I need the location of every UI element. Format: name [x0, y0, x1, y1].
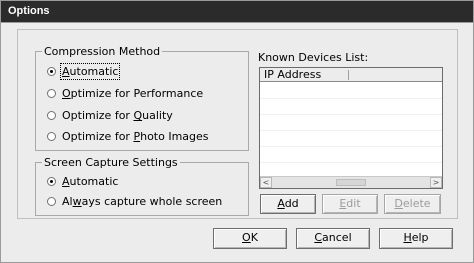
- radio-label-photo-images: Optimize for Photo Images: [62, 130, 209, 143]
- radio-automatic-capture[interactable]: Automatic: [47, 175, 118, 188]
- column-separator[interactable]: [348, 70, 349, 80]
- column-header-label: IP Address: [264, 68, 322, 81]
- delete-device-button[interactable]: Delete: [384, 194, 441, 214]
- radio-label-automatic: Automatic: [59, 63, 121, 80]
- column-header-ip-address[interactable]: IP Address: [260, 68, 442, 82]
- radio-optimize-performance[interactable]: Optimize for Performance: [47, 87, 203, 100]
- window-title: Options: [8, 5, 50, 17]
- scroll-thumb[interactable]: [336, 179, 366, 186]
- radio-indicator[interactable]: [47, 177, 56, 186]
- add-device-button[interactable]: Add: [260, 194, 316, 214]
- radio-label-whole-screen: Always capture whole screen: [62, 195, 223, 208]
- ok-button[interactable]: OK: [213, 228, 287, 249]
- edit-device-button[interactable]: Edit: [322, 194, 378, 214]
- horizontal-scrollbar[interactable]: < >: [260, 176, 442, 188]
- list-row-line: [260, 146, 442, 147]
- cancel-button[interactable]: Cancel: [296, 228, 370, 249]
- radio-label-automatic-capture: Automatic: [62, 175, 119, 188]
- scroll-left-button[interactable]: <: [260, 177, 272, 188]
- radio-label-performance: Optimize for Performance: [62, 87, 204, 100]
- help-button[interactable]: Help: [379, 228, 453, 249]
- compression-method-legend: Compression Method: [44, 45, 161, 58]
- known-devices-list[interactable]: IP Address < >: [259, 67, 443, 189]
- radio-optimize-quality[interactable]: Optimize for Quality: [47, 109, 173, 122]
- list-row-line: [260, 130, 442, 131]
- radio-indicator[interactable]: [47, 67, 56, 76]
- radio-indicator[interactable]: [47, 197, 56, 206]
- screen-capture-legend: Screen Capture Settings: [44, 156, 178, 169]
- radio-optimize-photo-images[interactable]: Optimize for Photo Images: [47, 130, 209, 143]
- radio-automatic-compression[interactable]: Automatic: [47, 63, 121, 80]
- list-row-line: [260, 98, 442, 99]
- radio-label-quality: Optimize for Quality: [62, 109, 173, 122]
- title-bar[interactable]: Options: [1, 1, 473, 23]
- scroll-right-button[interactable]: >: [430, 177, 442, 188]
- radio-indicator[interactable]: [47, 132, 56, 141]
- list-row-line: [260, 114, 442, 115]
- options-dialog: Options Compression Method Automatic Opt…: [0, 0, 474, 263]
- known-devices-label: Known Devices List:: [258, 51, 369, 64]
- radio-indicator[interactable]: [47, 111, 56, 120]
- list-row-line: [260, 162, 442, 163]
- radio-whole-screen[interactable]: Always capture whole screen: [47, 195, 222, 208]
- radio-indicator[interactable]: [47, 89, 56, 98]
